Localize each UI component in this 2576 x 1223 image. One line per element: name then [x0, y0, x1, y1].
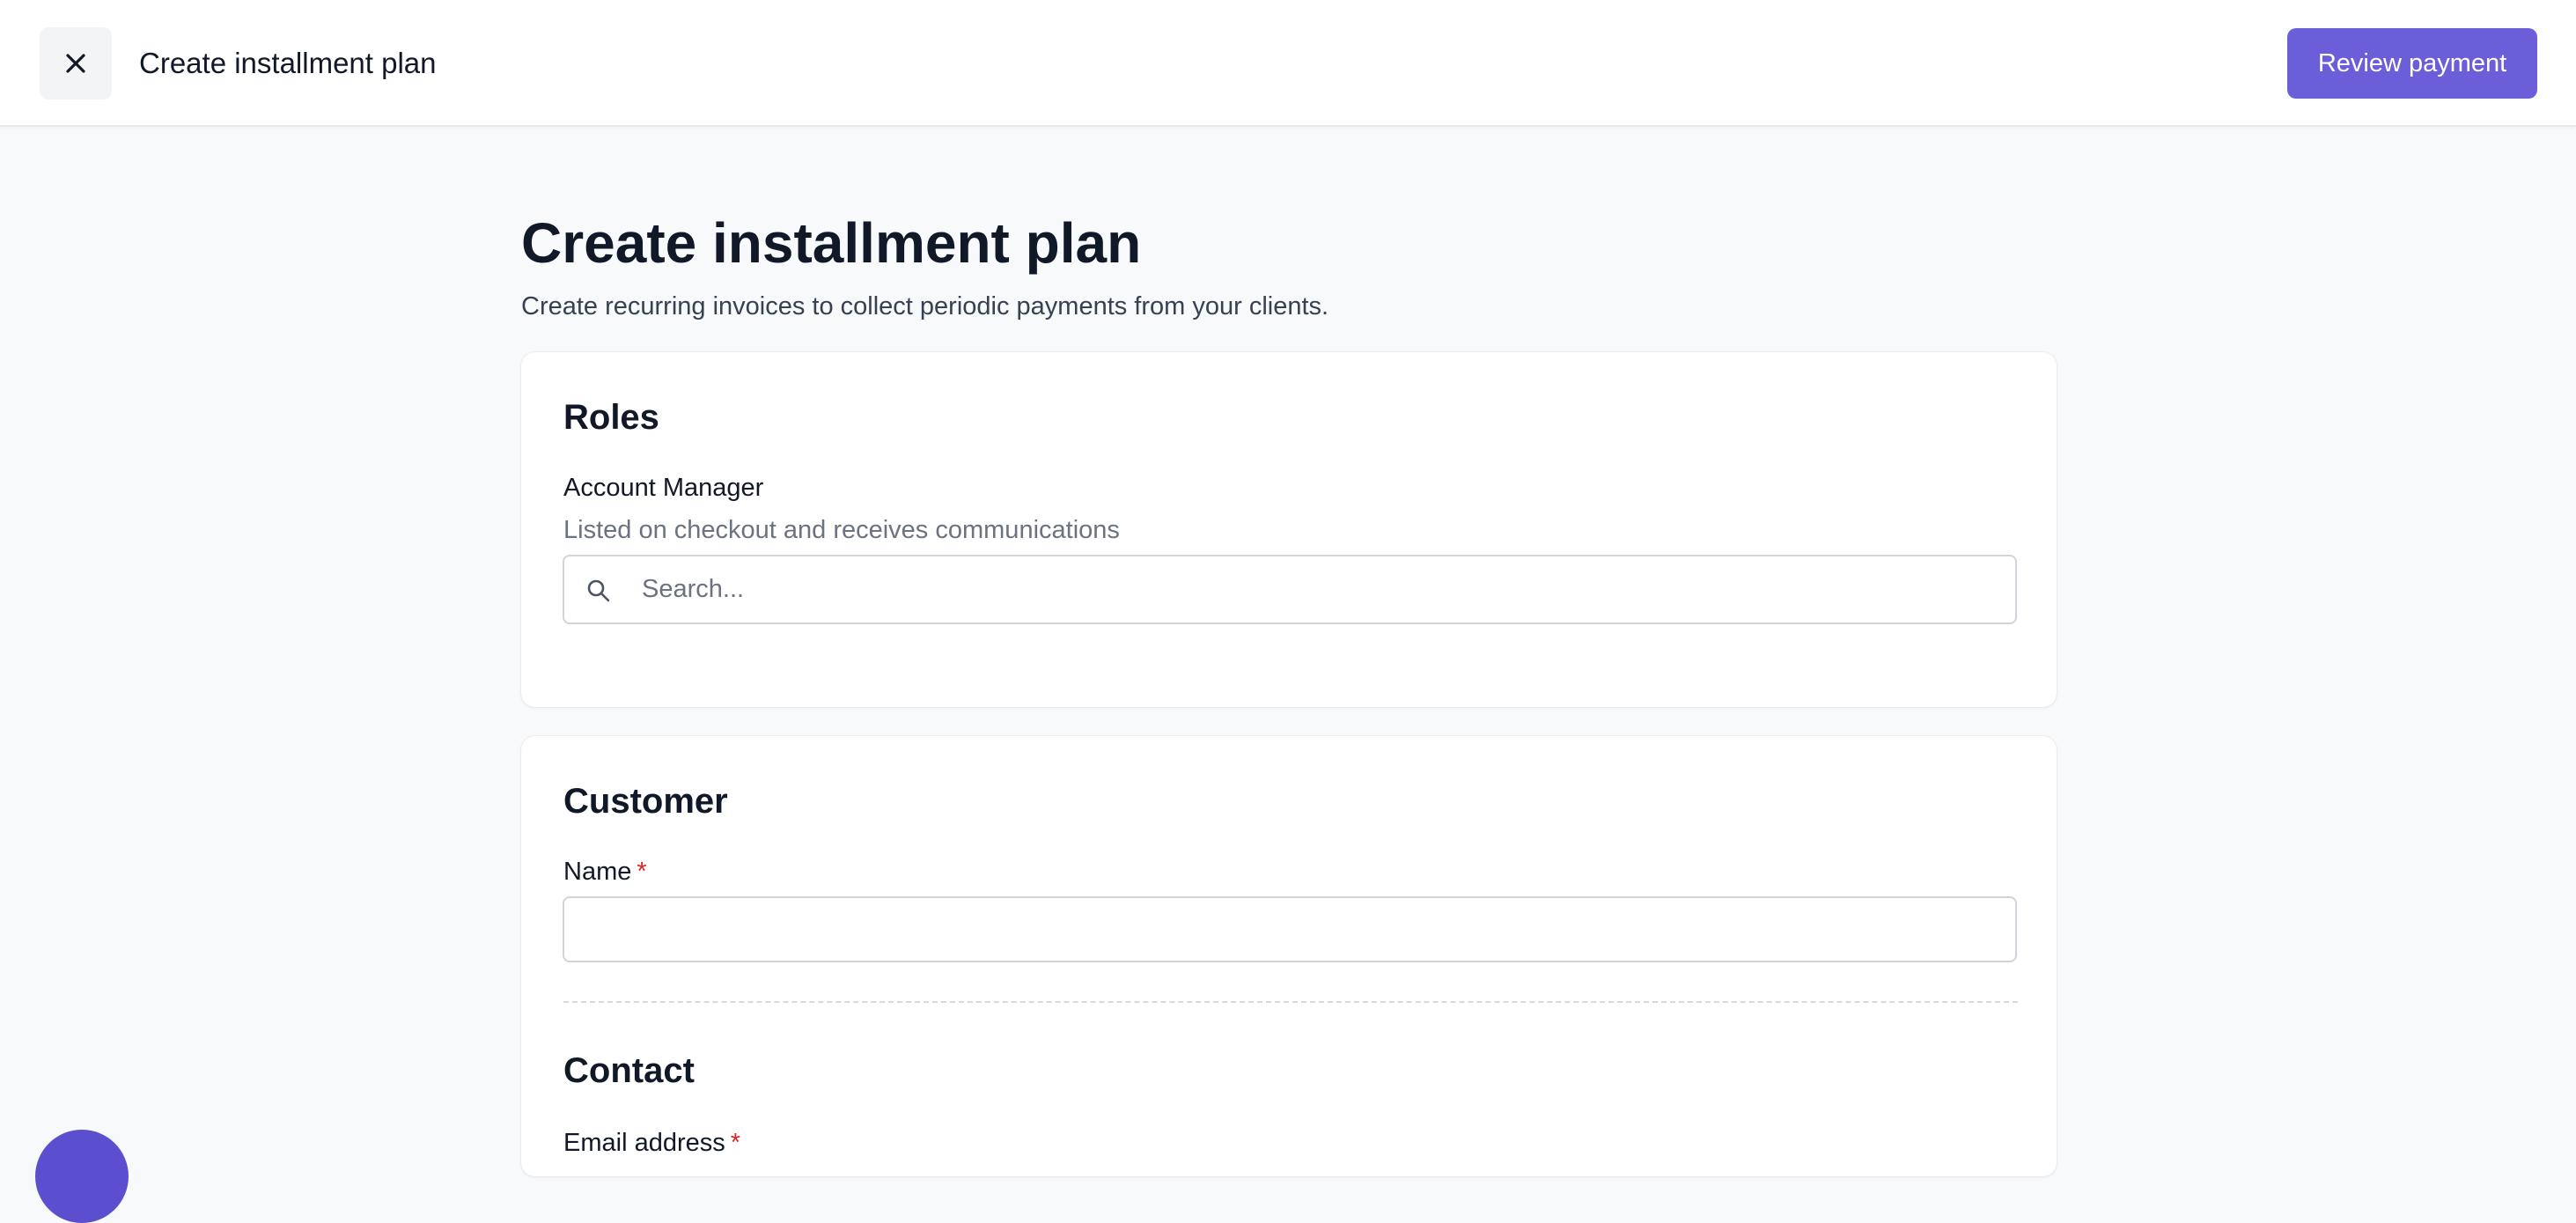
section-divider — [563, 1001, 2018, 1003]
email-label: Email address * — [563, 1127, 740, 1159]
name-input[interactable] — [563, 896, 2017, 962]
account-manager-search[interactable] — [563, 555, 2017, 624]
close-icon — [66, 54, 85, 73]
contact-heading: Contact — [563, 1051, 695, 1090]
customer-card: Customer Name * Contact Email address * — [521, 736, 2057, 1176]
roles-heading: Roles — [563, 398, 659, 437]
account-manager-help: Listed on checkout and receives communic… — [563, 516, 1120, 544]
account-manager-search-input[interactable] — [642, 556, 1998, 623]
name-label-text: Name — [563, 858, 632, 886]
page-title: Create installment plan — [521, 211, 1142, 275]
search-icon — [587, 579, 610, 602]
top-bar: Create installment plan Review payment — [0, 0, 2576, 127]
account-manager-label: Account Manager — [563, 474, 764, 502]
review-payment-button[interactable]: Review payment — [2287, 28, 2537, 99]
customer-heading: Customer — [563, 782, 728, 821]
required-mark: * — [637, 858, 647, 886]
roles-card: Roles Account Manager Listed on checkout… — [521, 352, 2057, 707]
page-subtitle: Create recurring invoices to collect per… — [521, 292, 1329, 320]
chat-launcher-button[interactable] — [35, 1130, 129, 1223]
email-required-mark: * — [730, 1129, 741, 1157]
topbar-title: Create installment plan — [139, 47, 437, 79]
email-label-text: Email address — [563, 1129, 725, 1157]
close-button[interactable] — [40, 27, 112, 99]
name-label: Name * — [563, 856, 647, 888]
